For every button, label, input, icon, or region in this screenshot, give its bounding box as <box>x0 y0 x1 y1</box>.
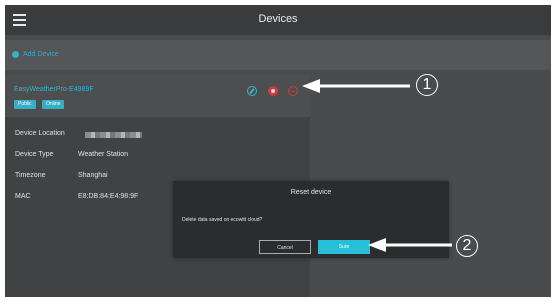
annotation-arrows <box>302 79 452 252</box>
callout-1: 1 <box>416 74 438 96</box>
arrow-1 <box>302 79 410 93</box>
callout-2: 2 <box>456 235 478 257</box>
arrow-2 <box>368 238 452 252</box>
